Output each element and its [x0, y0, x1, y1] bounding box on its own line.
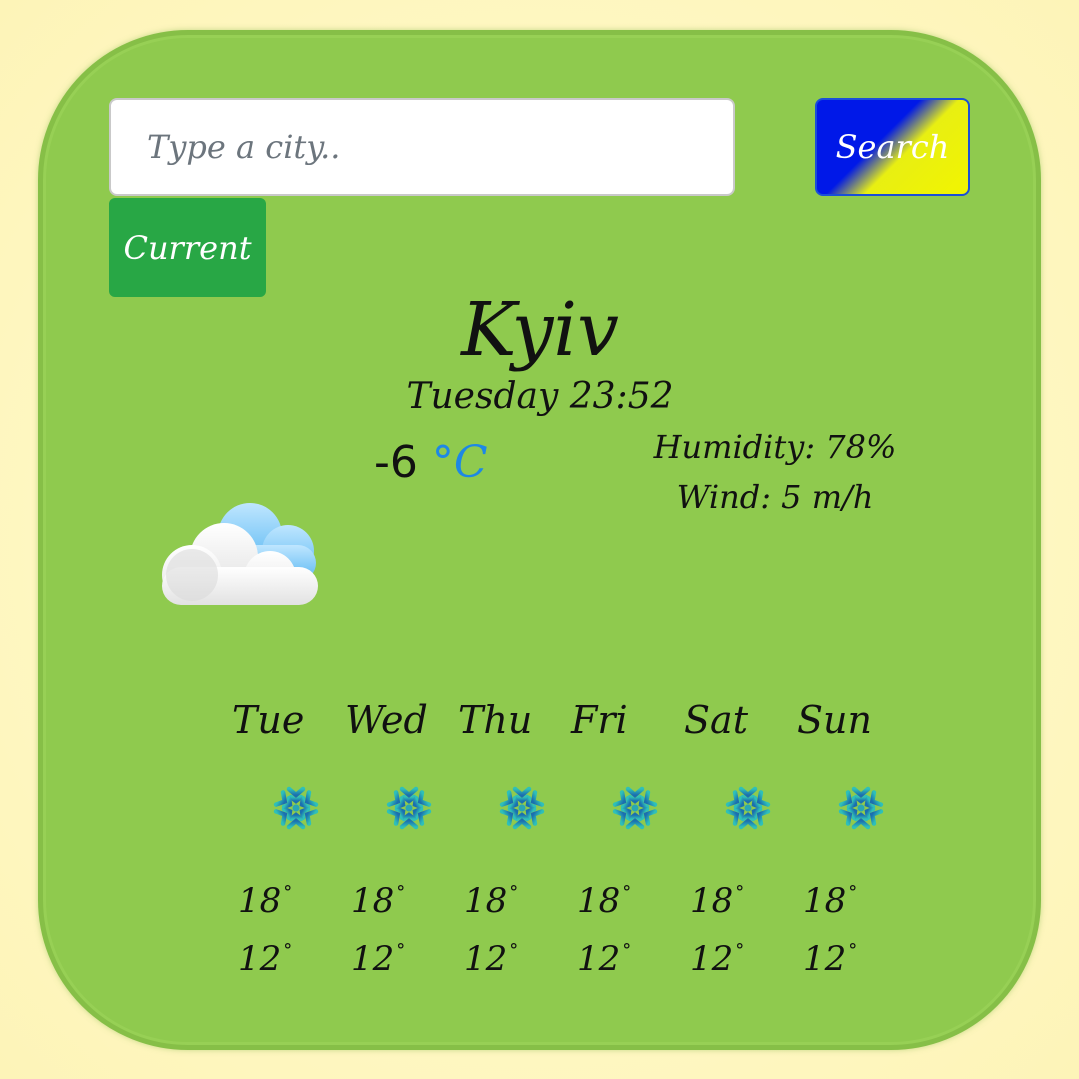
- forecast-min-temp: 12 °: [690, 939, 745, 979]
- snowflake-icon: [722, 782, 774, 834]
- current-location-button[interactable]: Current: [109, 198, 266, 297]
- date-time: Tuesday 23:52: [406, 376, 674, 417]
- forecast-max-temp: 18 °: [238, 881, 293, 921]
- temperature-unit[interactable]: °C: [432, 437, 488, 488]
- snowflake-icon: [835, 782, 887, 834]
- forecast-min-temp: 12 °: [803, 939, 858, 979]
- forecast-max-temp: 18 °: [464, 881, 519, 921]
- weather-details: Humidity: 78% Wind: 5 m/h: [640, 422, 910, 522]
- forecast-day-name: Tue: [232, 698, 305, 742]
- forecast-max-temp: 18 °: [803, 881, 858, 921]
- forecast-max-temp: 18 °: [577, 881, 632, 921]
- search-button[interactable]: Search: [815, 98, 970, 196]
- forecast-day-name: Sat: [684, 698, 748, 742]
- forecast-day-name: Sun: [797, 698, 872, 742]
- forecast-min-temp: 12 °: [577, 939, 632, 979]
- forecast-min-temp: 12 °: [238, 939, 293, 979]
- forecast-day-name: Thu: [458, 698, 533, 742]
- snowflake-icon: [609, 782, 661, 834]
- forecast-day-name: Fri: [571, 698, 628, 742]
- snowflake-icon: [496, 782, 548, 834]
- temperature-value: -6: [374, 436, 418, 488]
- current-temperature: -6 °C: [374, 432, 488, 492]
- forecast-max-temp: 18 °: [690, 881, 745, 921]
- humidity-text: Humidity: 78%: [653, 428, 897, 466]
- cloud-icon: [162, 503, 318, 605]
- city-search-input[interactable]: [109, 98, 735, 196]
- forecast-day-name: Wed: [345, 698, 428, 742]
- snowflake-icon: [270, 782, 322, 834]
- city-name: Kyiv: [461, 287, 619, 373]
- snowflake-icon: [383, 782, 435, 834]
- forecast-max-temp: 18 °: [351, 881, 406, 921]
- forecast-min-temp: 12 °: [351, 939, 406, 979]
- wind-text: Wind: 5 m/h: [676, 478, 874, 516]
- forecast-min-temp: 12 °: [464, 939, 519, 979]
